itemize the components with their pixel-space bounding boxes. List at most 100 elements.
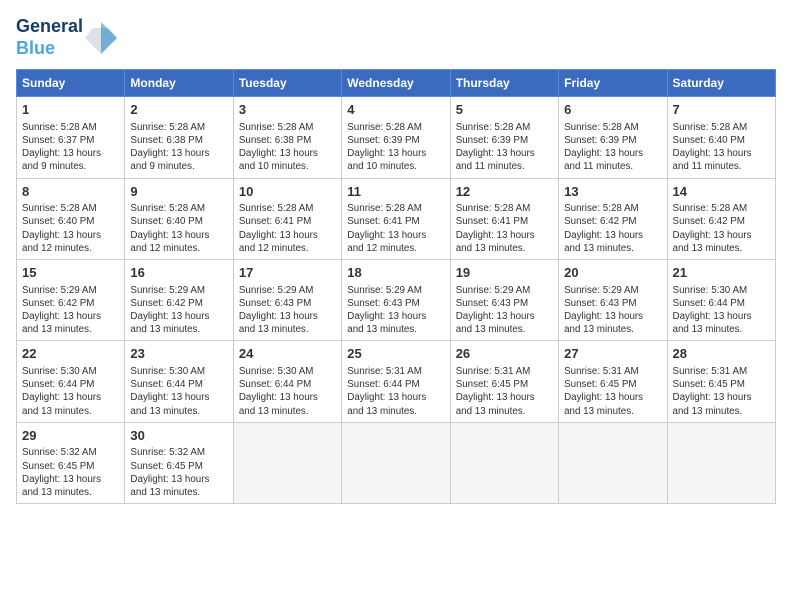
calendar-day-cell: [450, 422, 558, 503]
day-number: 20: [564, 264, 661, 282]
day-number: 11: [347, 183, 444, 201]
logo: GeneralBlue: [16, 16, 119, 59]
calendar-day-cell: [559, 422, 667, 503]
day-number: 18: [347, 264, 444, 282]
day-detail: Sunrise: 5:31 AMSunset: 6:44 PMDaylight:…: [347, 365, 444, 418]
calendar-week-row: 8Sunrise: 5:28 AMSunset: 6:40 PMDaylight…: [17, 178, 776, 259]
day-detail: Sunrise: 5:31 AMSunset: 6:45 PMDaylight:…: [564, 365, 661, 418]
calendar-day-cell: 23Sunrise: 5:30 AMSunset: 6:44 PMDayligh…: [125, 341, 233, 422]
day-number: 1: [22, 101, 119, 119]
weekday-header: Thursday: [450, 70, 558, 97]
weekday-header: Saturday: [667, 70, 775, 97]
day-number: 7: [673, 101, 770, 119]
calendar-day-cell: 28Sunrise: 5:31 AMSunset: 6:45 PMDayligh…: [667, 341, 775, 422]
day-detail: Sunrise: 5:28 AMSunset: 6:42 PMDaylight:…: [673, 202, 770, 255]
day-detail: Sunrise: 5:29 AMSunset: 6:43 PMDaylight:…: [456, 284, 553, 337]
calendar-week-row: 29Sunrise: 5:32 AMSunset: 6:45 PMDayligh…: [17, 422, 776, 503]
day-number: 16: [130, 264, 227, 282]
day-number: 5: [456, 101, 553, 119]
page-header: GeneralBlue: [16, 16, 776, 59]
calendar-day-cell: 20 Sunrise: 5:29 AMSunset: 6:43 PMDayligh…: [559, 260, 667, 341]
day-detail: Sunrise: 5:29 AMSunset: 6:42 PMDaylight:…: [22, 284, 119, 337]
day-number: 22: [22, 345, 119, 363]
calendar-day-cell: 15 Sunrise: 5:29 AMSunset: 6:42 PMDayligh…: [17, 260, 125, 341]
day-number: 30: [130, 427, 227, 445]
day-number: 10: [239, 183, 336, 201]
calendar-day-cell: 22 Sunrise: 5:30 AMSunset: 6:44 PMDayligh…: [17, 341, 125, 422]
day-detail: Sunrise: 5:28 AMSunset: 6:41 PMDaylight:…: [239, 202, 336, 255]
day-number: 4: [347, 101, 444, 119]
calendar-day-cell: 10Sunrise: 5:28 AMSunset: 6:41 PMDayligh…: [233, 178, 341, 259]
day-detail: Sunrise: 5:28 AMSunset: 6:40 PMDaylight:…: [22, 202, 119, 255]
logo-text: GeneralBlue: [16, 16, 83, 59]
calendar-week-row: 22 Sunrise: 5:30 AMSunset: 6:44 PMDayligh…: [17, 341, 776, 422]
calendar-day-cell: 1 Sunrise: 5:28 AMSunset: 6:37 PMDaylight…: [17, 97, 125, 178]
calendar-day-cell: 17 Sunrise: 5:29 AMSunset: 6:43 PMDayligh…: [233, 260, 341, 341]
day-number: 29: [22, 427, 119, 445]
day-detail: Sunrise: 5:28 AMSunset: 6:39 PMDaylight:…: [347, 121, 444, 174]
day-detail: Sunrise: 5:32 AMSunset: 6:45 PMDaylight:…: [130, 446, 227, 499]
day-detail: Sunrise: 5:31 AMSunset: 6:45 PMDaylight:…: [456, 365, 553, 418]
calendar-day-cell: 13Sunrise: 5:28 AMSunset: 6:42 PMDayligh…: [559, 178, 667, 259]
calendar-week-row: 15 Sunrise: 5:29 AMSunset: 6:42 PMDayligh…: [17, 260, 776, 341]
calendar-day-cell: 26 Sunrise: 5:31 AMSunset: 6:45 PMDayligh…: [450, 341, 558, 422]
day-number: 14: [673, 183, 770, 201]
calendar-day-cell: 16 Sunrise: 5:29 AMSunset: 6:42 PMDayligh…: [125, 260, 233, 341]
day-detail: Sunrise: 5:28 AMSunset: 6:42 PMDaylight:…: [564, 202, 661, 255]
calendar-day-cell: 30Sunrise: 5:32 AMSunset: 6:45 PMDayligh…: [125, 422, 233, 503]
day-number: 21: [673, 264, 770, 282]
calendar-day-cell: 19 Sunrise: 5:29 AMSunset: 6:43 PMDayligh…: [450, 260, 558, 341]
day-number: 26: [456, 345, 553, 363]
calendar-table: SundayMondayTuesdayWednesdayThursdayFrid…: [16, 69, 776, 504]
day-number: 25: [347, 345, 444, 363]
day-detail: Sunrise: 5:30 AMSunset: 6:44 PMDaylight:…: [22, 365, 119, 418]
day-number: 3: [239, 101, 336, 119]
calendar-day-cell: 29Sunrise: 5:32 AMSunset: 6:45 PMDayligh…: [17, 422, 125, 503]
weekday-header: Sunday: [17, 70, 125, 97]
day-number: 6: [564, 101, 661, 119]
day-number: 17: [239, 264, 336, 282]
day-number: 15: [22, 264, 119, 282]
day-number: 12: [456, 183, 553, 201]
day-detail: Sunrise: 5:29 AMSunset: 6:42 PMDaylight:…: [130, 284, 227, 337]
calendar-day-cell: 11Sunrise: 5:28 AMSunset: 6:41 PMDayligh…: [342, 178, 450, 259]
calendar-day-cell: 18 Sunrise: 5:29 AMSunset: 6:43 PMDayligh…: [342, 260, 450, 341]
day-number: 9: [130, 183, 227, 201]
calendar-day-cell: 2 Sunrise: 5:28 AMSunset: 6:38 PMDaylight…: [125, 97, 233, 178]
day-number: 2: [130, 101, 227, 119]
day-detail: Sunrise: 5:29 AMSunset: 6:43 PMDaylight:…: [239, 284, 336, 337]
day-detail: Sunrise: 5:28 AMSunset: 6:39 PMDaylight:…: [564, 121, 661, 174]
calendar-day-cell: [667, 422, 775, 503]
calendar-day-cell: 24Sunrise: 5:30 AMSunset: 6:44 PMDayligh…: [233, 341, 341, 422]
day-number: 24: [239, 345, 336, 363]
weekday-header: Wednesday: [342, 70, 450, 97]
day-detail: Sunrise: 5:28 AMSunset: 6:38 PMDaylight:…: [239, 121, 336, 174]
day-detail: Sunrise: 5:28 AMSunset: 6:38 PMDaylight:…: [130, 121, 227, 174]
calendar-day-cell: [342, 422, 450, 503]
calendar-week-row: 1 Sunrise: 5:28 AMSunset: 6:37 PMDaylight…: [17, 97, 776, 178]
calendar-day-cell: 7 Sunrise: 5:28 AMSunset: 6:40 PMDaylight…: [667, 97, 775, 178]
calendar-day-cell: 14Sunrise: 5:28 AMSunset: 6:42 PMDayligh…: [667, 178, 775, 259]
day-detail: Sunrise: 5:29 AMSunset: 6:43 PMDaylight:…: [347, 284, 444, 337]
weekday-header: Friday: [559, 70, 667, 97]
calendar-day-cell: 8Sunrise: 5:28 AMSunset: 6:40 PMDaylight…: [17, 178, 125, 259]
day-detail: Sunrise: 5:28 AMSunset: 6:40 PMDaylight:…: [673, 121, 770, 174]
calendar-day-cell: 6 Sunrise: 5:28 AMSunset: 6:39 PMDaylight…: [559, 97, 667, 178]
calendar-header-row: SundayMondayTuesdayWednesdayThursdayFrid…: [17, 70, 776, 97]
calendar-day-cell: 27Sunrise: 5:31 AMSunset: 6:45 PMDayligh…: [559, 341, 667, 422]
day-detail: Sunrise: 5:32 AMSunset: 6:45 PMDaylight:…: [22, 446, 119, 499]
day-detail: Sunrise: 5:28 AMSunset: 6:40 PMDaylight:…: [130, 202, 227, 255]
day-number: 28: [673, 345, 770, 363]
day-detail: Sunrise: 5:29 AMSunset: 6:43 PMDaylight:…: [564, 284, 661, 337]
weekday-header: Monday: [125, 70, 233, 97]
calendar-day-cell: [233, 422, 341, 503]
day-number: 19: [456, 264, 553, 282]
day-detail: Sunrise: 5:28 AMSunset: 6:41 PMDaylight:…: [347, 202, 444, 255]
day-detail: Sunrise: 5:28 AMSunset: 6:37 PMDaylight:…: [22, 121, 119, 174]
day-detail: Sunrise: 5:30 AMSunset: 6:44 PMDaylight:…: [673, 284, 770, 337]
calendar-day-cell: 4 Sunrise: 5:28 AMSunset: 6:39 PMDaylight…: [342, 97, 450, 178]
day-detail: Sunrise: 5:28 AMSunset: 6:41 PMDaylight:…: [456, 202, 553, 255]
logo-icon: [83, 20, 119, 56]
calendar-day-cell: 12Sunrise: 5:28 AMSunset: 6:41 PMDayligh…: [450, 178, 558, 259]
calendar-day-cell: 25 Sunrise: 5:31 AMSunset: 6:44 PMDayligh…: [342, 341, 450, 422]
